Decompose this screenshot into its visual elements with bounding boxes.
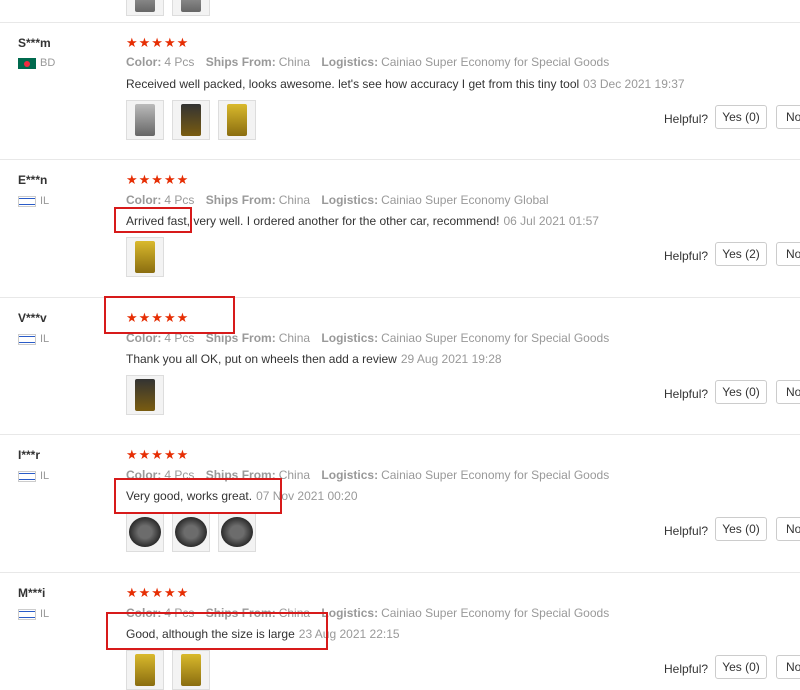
logistics-label: Logistics: (321, 468, 379, 482)
ships-from-label: Ships From: (205, 193, 276, 207)
logistics-value: Cainiao Super Economy for Special Goods (381, 55, 610, 69)
flag-il-icon (18, 608, 36, 620)
helpful-label: Helpful? (664, 249, 709, 263)
helpful-label: Helpful? (664, 112, 709, 126)
ships-from-value: China (278, 55, 311, 69)
review-photo[interactable] (126, 0, 164, 16)
review-photo[interactable] (126, 650, 164, 690)
reviewer-country: BD (18, 57, 55, 69)
flag-il-icon (18, 470, 36, 482)
country-code: BD (40, 57, 56, 69)
reviewer-country: IL (18, 470, 49, 482)
logistics-value: Cainiao Super Economy for Special Goods (381, 331, 610, 345)
reviewer-name: M***i (18, 586, 46, 600)
flag-il-icon (18, 195, 36, 207)
review-photo[interactable] (172, 100, 210, 140)
country-code: IL (40, 608, 50, 620)
highlight-box-review-2-text (114, 207, 192, 233)
highlight-box-review-3-stars (104, 296, 235, 334)
helpful-yes-button[interactable]: Yes (0) (715, 655, 767, 679)
logistics-label: Logistics: (321, 193, 379, 207)
review-photo[interactable] (172, 650, 210, 690)
helpful-label: Helpful? (664, 524, 709, 538)
highlight-box-review-4-text (114, 478, 282, 514)
review-photo[interactable] (172, 512, 210, 552)
review-item: S***m BD ★★★★★ Color: 4 Pcs Ships From: Ch… (0, 22, 800, 160)
review-date: 06 Jul 2021 01:57 (503, 214, 599, 228)
review-meta: Color: 4 Pcs Ships From: China Logistics: C… (126, 193, 549, 207)
helpful-no-button[interactable]: No (776, 105, 800, 129)
review-photo[interactable] (218, 100, 256, 140)
flag-il-icon (18, 333, 36, 345)
color-value: 4 Pcs (164, 55, 195, 69)
rating-stars: ★★★★★ (126, 447, 190, 462)
review-text: Arrived fast, very well. I ordered anoth… (126, 214, 599, 228)
review-photo[interactable] (126, 375, 164, 415)
helpful-label: Helpful? (664, 662, 709, 676)
reviewer-name: I***r (18, 448, 41, 462)
helpful-yes-button[interactable]: Yes (2) (715, 242, 767, 266)
logistics-label: Logistics: (321, 606, 379, 620)
ships-from-value: China (278, 193, 311, 207)
review-body: Received well packed, looks awesome. let… (126, 77, 580, 91)
flag-bd-icon (18, 57, 36, 69)
reviewer-country: IL (18, 333, 49, 345)
reviewer-name: E***n (18, 173, 48, 187)
helpful-yes-button[interactable]: Yes (0) (715, 380, 767, 404)
highlight-box-review-5-text (106, 612, 328, 650)
review-meta: Color: 4 Pcs Ships From: China Logistics: C… (126, 55, 609, 69)
review-text: Thank you all OK, put on wheels then add… (126, 352, 502, 366)
logistics-value: Cainiao Super Economy for Special Goods (381, 606, 610, 620)
ships-from-label: Ships From: (205, 55, 276, 69)
review-body: Thank you all OK, put on wheels then add… (126, 352, 397, 366)
reviewer-country: IL (18, 195, 49, 207)
review-photo[interactable] (126, 237, 164, 277)
helpful-label: Helpful? (664, 387, 709, 401)
review-previous (0, 0, 800, 23)
color-label: Color: (126, 193, 162, 207)
reviewer-name: V***v (18, 311, 47, 325)
helpful-no-button[interactable]: No (776, 517, 800, 541)
review-date: 29 Aug 2021 19:28 (400, 352, 502, 366)
rating-stars: ★★★★★ (126, 35, 190, 50)
logistics-value: Cainiao Super Economy Global (381, 193, 549, 207)
review-text: Received well packed, looks awesome. let… (126, 77, 685, 91)
reviewer-country: IL (18, 608, 49, 620)
country-code: IL (40, 333, 50, 345)
color-label: Color: (126, 55, 162, 69)
helpful-no-button[interactable]: No (776, 655, 800, 679)
rating-stars: ★★★★★ (126, 585, 190, 600)
review-photo[interactable] (218, 512, 256, 552)
review-date: 03 Dec 2021 19:37 (583, 77, 685, 91)
review-photo[interactable] (126, 512, 164, 552)
logistics-label: Logistics: (321, 331, 379, 345)
logistics-value: Cainiao Super Economy for Special Goods (381, 468, 610, 482)
logistics-label: Logistics: (321, 55, 379, 69)
reviewer-name: S***m (18, 36, 51, 50)
color-value: 4 Pcs (164, 193, 195, 207)
review-photo[interactable] (126, 100, 164, 140)
ships-from-value: China (278, 468, 311, 482)
helpful-no-button[interactable]: No (776, 242, 800, 266)
helpful-yes-button[interactable]: Yes (0) (715, 517, 767, 541)
ships-from-value: China (278, 331, 311, 345)
country-code: IL (40, 195, 50, 207)
helpful-no-button[interactable]: No (776, 380, 800, 404)
rating-stars: ★★★★★ (126, 172, 190, 187)
helpful-yes-button[interactable]: Yes (0) (715, 105, 767, 129)
country-code: IL (40, 470, 50, 482)
review-photo[interactable] (172, 0, 210, 16)
